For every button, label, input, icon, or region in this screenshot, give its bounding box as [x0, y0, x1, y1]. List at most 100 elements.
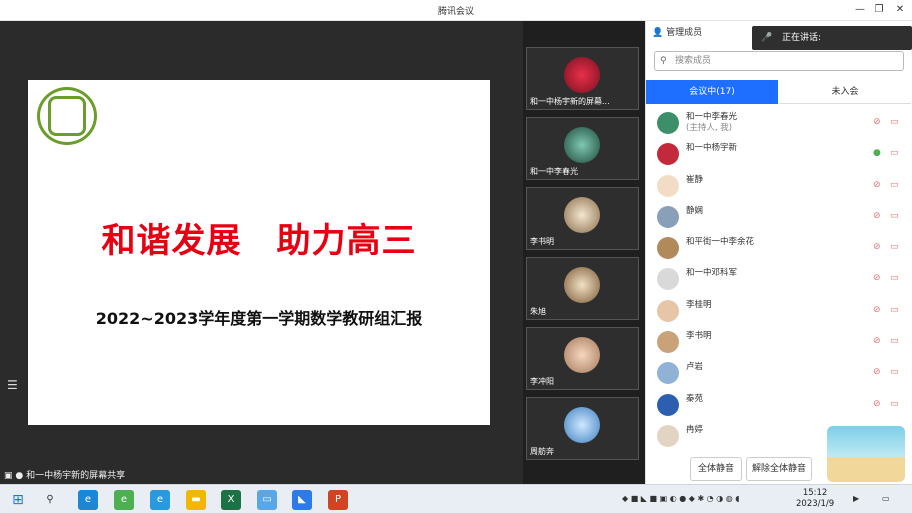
- clock-date: 2023/1/9: [796, 499, 835, 509]
- tab-in-meeting[interactable]: 会议中(17): [646, 80, 778, 104]
- video-gallery: 和一中杨宇新的屏幕... 和一中李春光 李书明 朱旭 李冲阳 周舫奔: [523, 21, 645, 484]
- mic-muted-icon[interactable]: ⊘: [873, 117, 881, 127]
- file-explorer-icon[interactable]: ▬: [186, 490, 206, 510]
- presentation-slide: 和谐发展 助力高三 2022~2023学年度第一学期数学教研组汇报: [28, 80, 490, 425]
- person-icon: 👤: [652, 28, 664, 38]
- unmute-all-button[interactable]: 解除全体静音: [746, 457, 812, 481]
- system-tray-icons[interactable]: ◆ ■ ◣ ■ ▣ ◐ ● ◆ ✱ ◔ ◑ ◍ ◖: [622, 494, 739, 503]
- camera-off-icon[interactable]: ▭: [890, 399, 899, 409]
- beach-sticker-image[interactable]: [827, 426, 905, 482]
- speaking-indicator: 🎤 正在讲话:: [752, 26, 912, 50]
- excel-icon[interactable]: X: [221, 490, 241, 510]
- camera-off-icon[interactable]: ▭: [890, 242, 899, 252]
- member-row[interactable]: 和一中杨宇新 ● ▭: [646, 138, 912, 169]
- avatar: [564, 267, 600, 303]
- speaking-label: 正在讲话:: [782, 33, 822, 43]
- member-row[interactable]: 和平街一中李余花 ⊘ ▭: [646, 232, 912, 263]
- avatar: [564, 337, 600, 373]
- minimize-button[interactable]: —: [852, 2, 868, 18]
- mic-muted-icon[interactable]: ⊘: [873, 242, 881, 252]
- member-row[interactable]: 静娴 ⊘ ▭: [646, 201, 912, 232]
- avatar: [657, 424, 679, 447]
- camera-off-icon[interactable]: ▭: [890, 148, 899, 158]
- avatar: [564, 407, 600, 443]
- member-name: 和一中杨宇新: [686, 143, 738, 154]
- media-icon[interactable]: ▶: [853, 494, 859, 503]
- maximize-button[interactable]: ❐: [871, 2, 887, 18]
- mic-on-icon[interactable]: ●: [873, 148, 881, 158]
- member-name: 李书明: [686, 331, 712, 342]
- member-name: 卢岩: [686, 362, 704, 373]
- avatar: [564, 197, 600, 233]
- mic-muted-icon[interactable]: ⊘: [873, 211, 881, 221]
- camera-off-icon[interactable]: ▭: [890, 180, 899, 190]
- notification-icon[interactable]: ▭: [882, 494, 890, 503]
- member-search-input[interactable]: ⚲ 搜索成员: [654, 51, 904, 71]
- video-tile[interactable]: 周舫奔: [526, 397, 639, 460]
- member-tabs: 会议中(17) 未入会: [646, 80, 912, 104]
- avatar: [657, 237, 679, 260]
- member-panel: 👤 管理成员 ⚲ 搜索成员 会议中(17) 未入会 和一中李春光 (主持人, 我)…: [645, 21, 912, 484]
- panel-title-text: 管理成员: [666, 28, 703, 38]
- avatar: [657, 143, 679, 166]
- screen-share-label: ▣ ● 和一中杨宇新的屏幕共享: [0, 468, 523, 485]
- video-tile[interactable]: 李冲阳: [526, 327, 639, 390]
- member-name: 秦苑: [686, 393, 704, 404]
- edge-browser-icon[interactable]: e: [78, 490, 98, 510]
- panel-title: 👤 管理成员: [652, 25, 702, 38]
- search-icon[interactable]: ⚲: [40, 490, 60, 510]
- share-label-text: 和一中杨宇新的屏幕共享: [26, 471, 126, 481]
- member-row[interactable]: 和一中邓科军 ⊘ ▭: [646, 263, 912, 294]
- browser-360-icon[interactable]: e: [114, 490, 134, 510]
- camera-off-icon[interactable]: ▭: [890, 117, 899, 127]
- camera-off-icon[interactable]: ▭: [890, 305, 899, 315]
- participant-name: 周舫奔: [530, 447, 554, 456]
- participant-name: 李冲阳: [530, 377, 554, 386]
- window-app-icon[interactable]: ▭: [257, 490, 277, 510]
- mic-muted-icon[interactable]: ⊘: [873, 180, 881, 190]
- participant-name: 李书明: [530, 237, 554, 246]
- avatar: [657, 205, 679, 228]
- video-tile[interactable]: 李书明: [526, 187, 639, 250]
- video-tile[interactable]: 和一中李春光: [526, 117, 639, 180]
- title-bar: 腾讯会议 — ❐ ✕: [0, 0, 912, 21]
- video-tile[interactable]: 朱旭: [526, 257, 639, 320]
- mic-muted-icon[interactable]: ⊘: [873, 336, 881, 346]
- member-name: 静娴: [686, 205, 704, 216]
- avatar: [657, 393, 679, 416]
- close-button[interactable]: ✕: [892, 2, 908, 18]
- clock-time: 15:12: [802, 488, 828, 498]
- search-icon: ⚲: [660, 56, 667, 66]
- avatar: [564, 57, 600, 93]
- member-row[interactable]: 和一中李春光 (主持人, 我) ⊘ ▭: [646, 107, 912, 138]
- video-tile[interactable]: 和一中杨宇新的屏幕...: [526, 47, 639, 110]
- list-menu-icon[interactable]: ☰: [7, 378, 18, 392]
- mic-muted-icon[interactable]: ⊘: [873, 399, 881, 409]
- member-row[interactable]: 李桂明 ⊘ ▭: [646, 295, 912, 326]
- mic-muted-icon[interactable]: ⊘: [873, 305, 881, 315]
- member-name: 和平街一中李余花: [686, 237, 755, 248]
- member-row[interactable]: 李书明 ⊘ ▭: [646, 326, 912, 357]
- member-name: 李桂明: [686, 299, 712, 310]
- member-row[interactable]: 卢岩 ⊘ ▭: [646, 357, 912, 388]
- member-name: 和一中李春光 (主持人, 我): [686, 112, 738, 133]
- member-row[interactable]: 崔静 ⊘ ▭: [646, 170, 912, 201]
- member-row[interactable]: 秦苑 ⊘ ▭: [646, 389, 912, 420]
- powerpoint-icon[interactable]: P: [328, 490, 348, 510]
- camera-off-icon[interactable]: ▭: [890, 273, 899, 283]
- mute-all-button[interactable]: 全体静音: [690, 457, 742, 481]
- mic-muted-icon[interactable]: ⊘: [873, 273, 881, 283]
- tab-not-joined[interactable]: 未入会: [779, 80, 911, 104]
- windows-start-icon[interactable]: ⊞: [8, 490, 28, 510]
- share-status-icon: ▣ ●: [4, 471, 24, 481]
- clock[interactable]: 15:12 2023/1/9: [796, 488, 834, 510]
- ie-browser-icon[interactable]: e: [150, 490, 170, 510]
- camera-off-icon[interactable]: ▭: [890, 336, 899, 346]
- avatar: [564, 127, 600, 163]
- camera-off-icon[interactable]: ▭: [890, 367, 899, 377]
- member-list: 和一中李春光 (主持人, 我) ⊘ ▭ 和一中杨宇新 ● ▭ 崔静 ⊘ ▭ 静娴 …: [646, 107, 912, 451]
- tencent-meeting-icon[interactable]: ◣: [292, 490, 312, 510]
- avatar: [657, 268, 679, 291]
- camera-off-icon[interactable]: ▭: [890, 211, 899, 221]
- mic-muted-icon[interactable]: ⊘: [873, 367, 881, 377]
